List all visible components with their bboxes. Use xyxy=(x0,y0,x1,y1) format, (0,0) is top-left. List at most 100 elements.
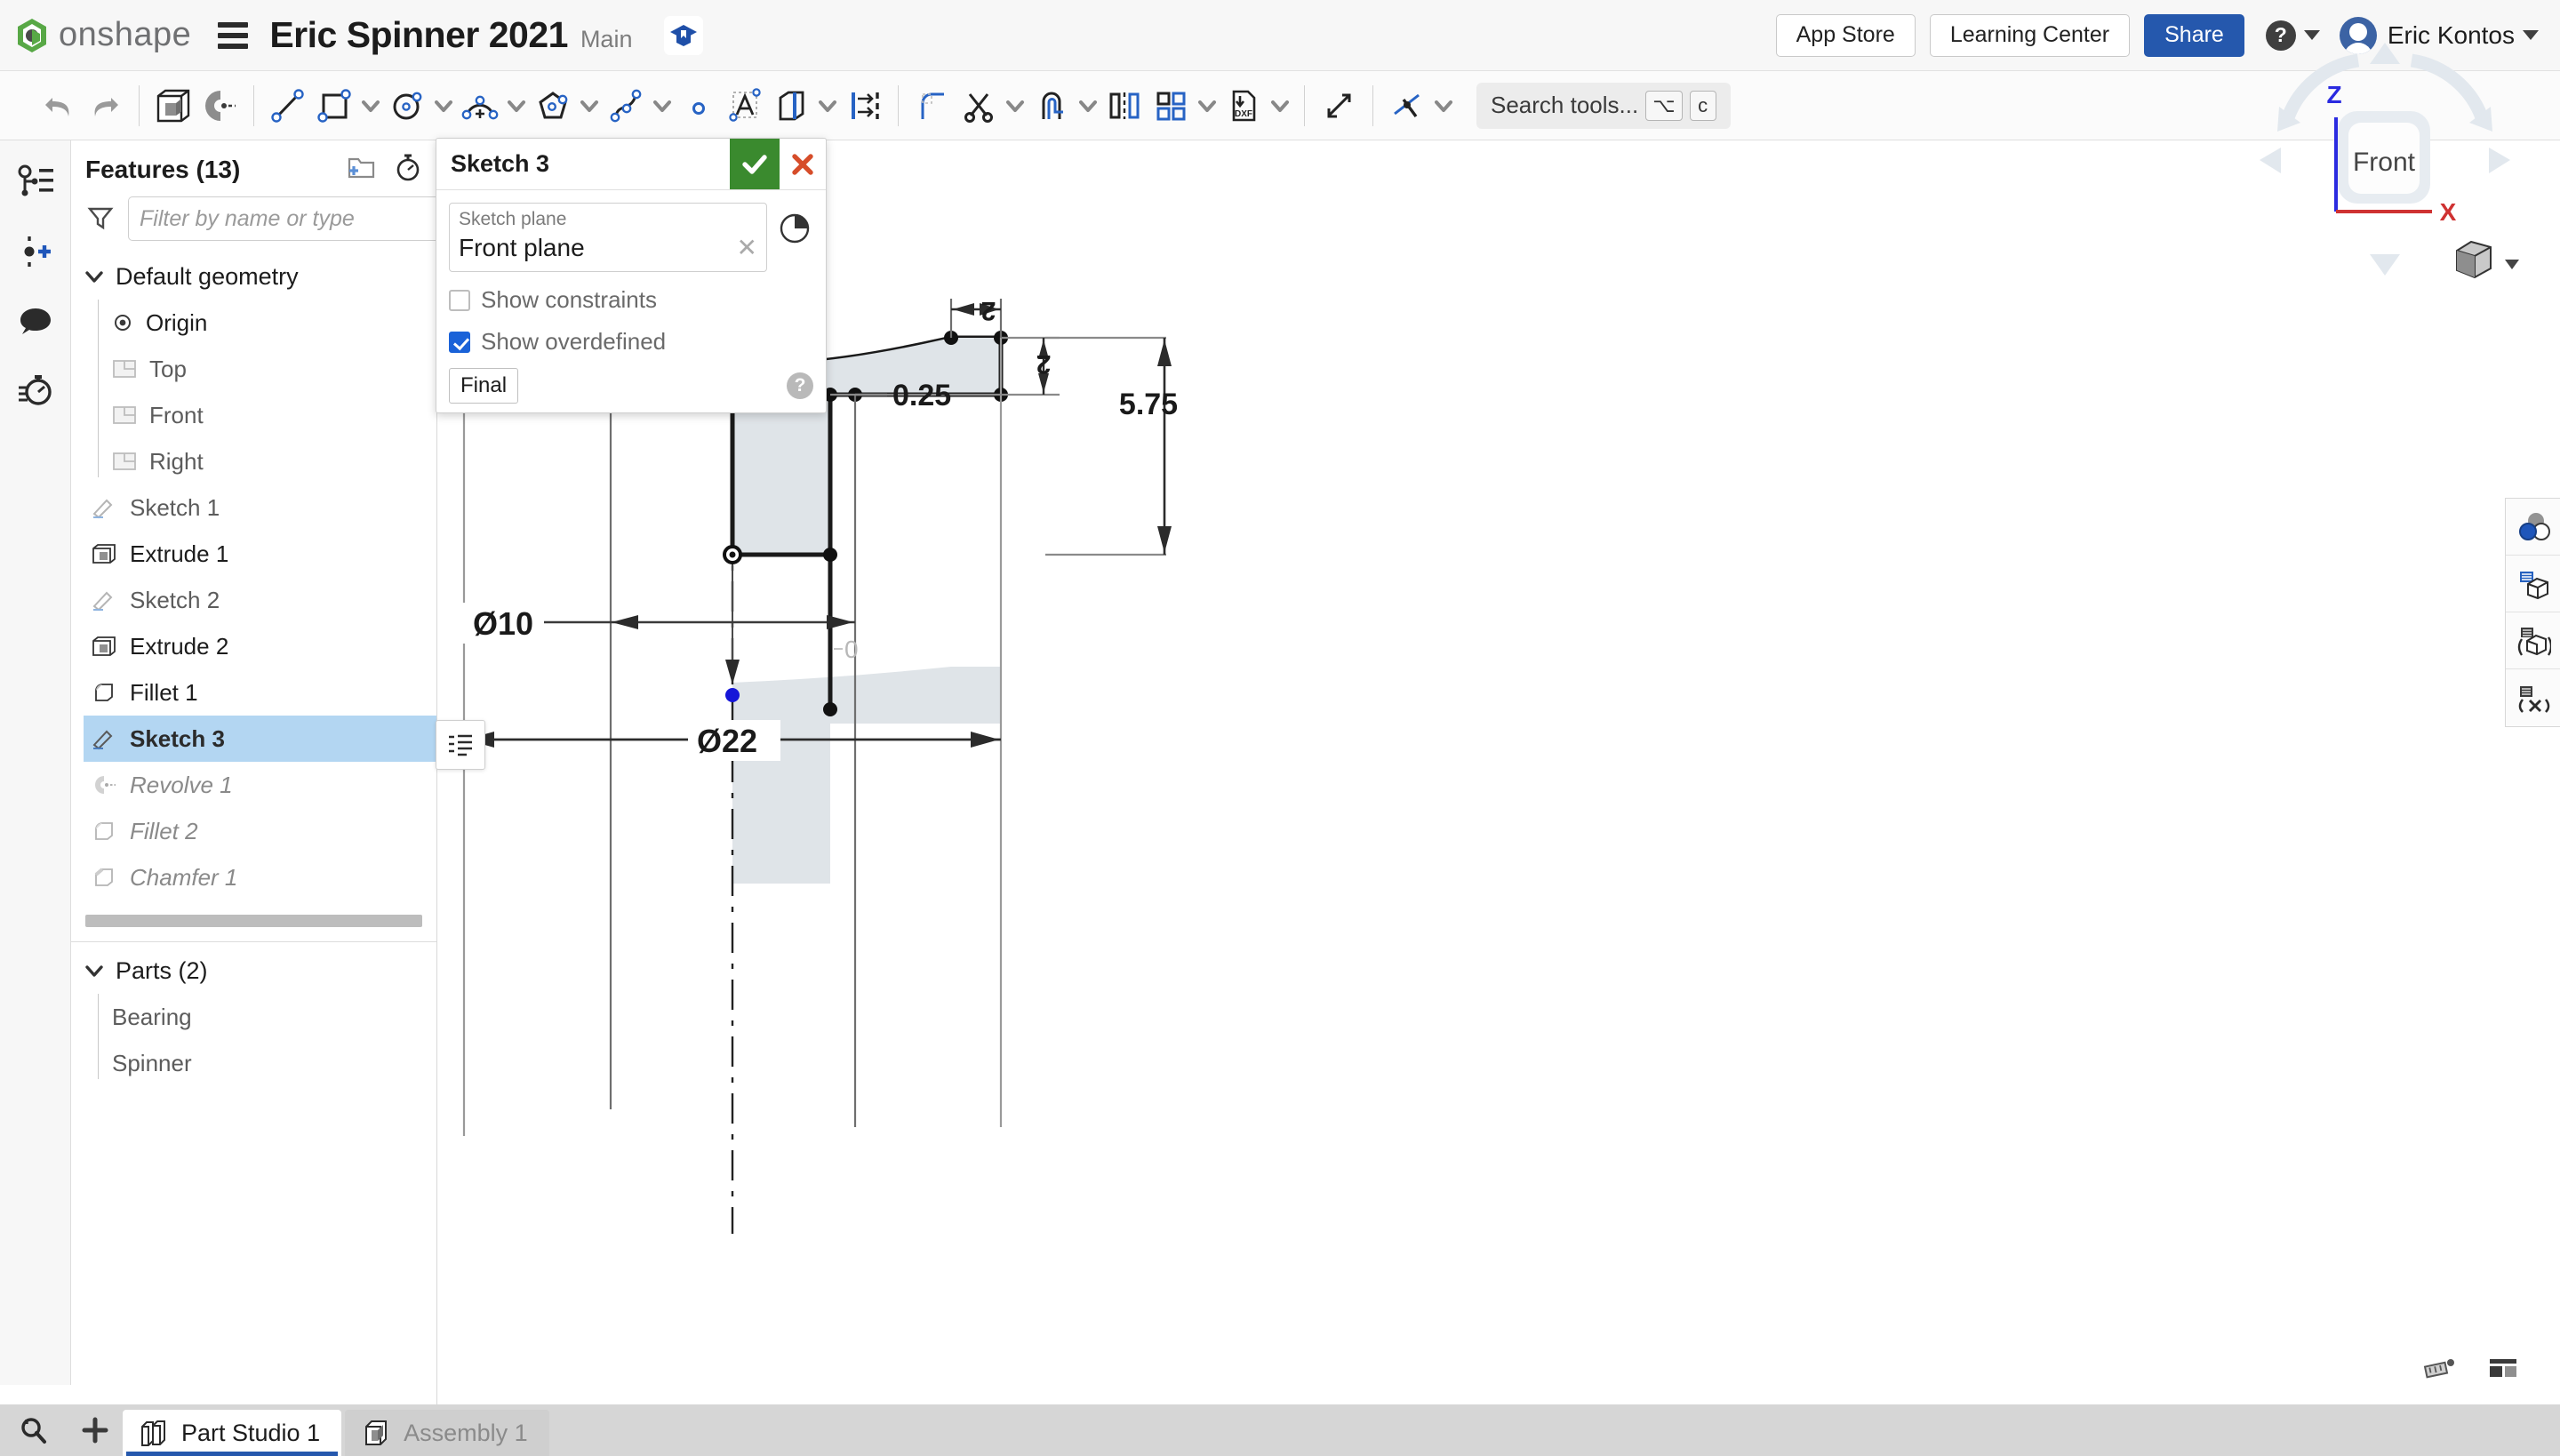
toolbar-divider xyxy=(139,84,140,126)
search-tools-button[interactable]: Search tools... ⌥ c xyxy=(1476,82,1731,129)
offset-icon[interactable] xyxy=(1028,78,1075,133)
hamburger-menu-icon[interactable] xyxy=(218,21,249,49)
tree-item-front-plane[interactable]: Front xyxy=(101,392,436,438)
rollback-bar[interactable] xyxy=(85,915,422,927)
tree-item-top-plane[interactable]: Top xyxy=(101,346,436,392)
add-mate-connector-icon[interactable] xyxy=(9,224,62,279)
undo-icon[interactable] xyxy=(36,78,82,133)
feature-row-chamfer-1[interactable]: Chamfer 1 xyxy=(84,854,436,900)
chevron-down-icon[interactable] xyxy=(814,94,841,117)
show-overdefined-checkbox[interactable] xyxy=(449,331,470,353)
rotate-right-arrow-icon xyxy=(2410,53,2490,123)
learning-center-button[interactable]: Learning Center xyxy=(1929,13,2131,57)
mirror-icon[interactable] xyxy=(1101,78,1148,133)
search-shortcut-alt-key: ⌥ xyxy=(1645,90,1683,121)
chevron-down-icon[interactable] xyxy=(430,94,457,117)
text-icon[interactable] xyxy=(722,78,768,133)
extrude-icon[interactable] xyxy=(150,78,196,133)
filter-funnel-icon[interactable] xyxy=(85,202,116,236)
sketch-accept-button[interactable] xyxy=(730,139,780,189)
show-overdefined-checkbox-row[interactable]: Show overdefined xyxy=(449,328,813,356)
transform-icon[interactable] xyxy=(1316,78,1362,133)
search-tabs-icon[interactable] xyxy=(0,1404,68,1456)
chevron-down-icon[interactable] xyxy=(357,94,384,117)
show-constraints-checkbox[interactable] xyxy=(449,289,470,311)
feature-row-fillet-2[interactable]: Fillet 2 xyxy=(84,808,436,854)
point-icon[interactable] xyxy=(676,78,722,133)
display-state-icon[interactable] xyxy=(2506,556,2560,612)
pie-plane-icon[interactable] xyxy=(776,210,813,247)
help-question-icon[interactable]: ? xyxy=(787,372,813,399)
feature-row-extrude-2[interactable]: Extrude 2 xyxy=(84,623,436,669)
final-button[interactable]: Final xyxy=(449,368,519,404)
mass-properties-icon[interactable] xyxy=(2487,1354,2519,1387)
tree-item-right-plane[interactable]: Right xyxy=(101,438,436,484)
chevron-down-icon[interactable] xyxy=(1002,94,1028,117)
share-button[interactable]: Share xyxy=(2144,13,2244,57)
rollback-bar-wrap[interactable] xyxy=(71,900,436,936)
feature-list-icon[interactable] xyxy=(9,155,62,210)
chevron-down-icon[interactable] xyxy=(1267,94,1293,117)
part-row-bearing[interactable]: Bearing xyxy=(101,994,436,1040)
sketch-icon xyxy=(92,730,113,750)
circle-icon[interactable] xyxy=(384,78,430,133)
spline-icon[interactable] xyxy=(603,78,649,133)
line-icon[interactable] xyxy=(265,78,311,133)
search-tools-label: Search tools... xyxy=(1491,92,1639,118)
polygon-icon[interactable] xyxy=(530,78,576,133)
app-store-button[interactable]: App Store xyxy=(1775,13,1916,57)
dimension-icon[interactable] xyxy=(841,78,887,133)
appearance-icon[interactable] xyxy=(2506,499,2560,556)
chevron-down-icon[interactable] xyxy=(649,94,676,117)
construction-icon[interactable] xyxy=(768,78,814,133)
chevron-down-icon[interactable] xyxy=(1075,94,1101,117)
default-geometry-children: Origin Top Front Right xyxy=(71,300,436,484)
view-cube[interactable]: Front Z X xyxy=(2238,18,2532,284)
feature-row-sketch-3[interactable]: Sketch 3 xyxy=(84,716,436,762)
measure-icon[interactable] xyxy=(2423,1354,2457,1387)
show-constraints-checkbox-row[interactable]: Show constraints xyxy=(449,286,813,314)
history-icon[interactable] xyxy=(9,363,62,418)
stopwatch-icon[interactable] xyxy=(394,153,422,186)
comments-icon[interactable] xyxy=(9,293,62,348)
fillet-icon xyxy=(95,822,113,840)
sketch-plane-field[interactable]: Sketch plane Front plane ✕ xyxy=(449,203,767,272)
graduation-cap-badge-icon[interactable] xyxy=(664,15,704,55)
sketch-cancel-button[interactable] xyxy=(780,139,826,189)
chevron-down-icon[interactable] xyxy=(1430,94,1457,117)
sketch-list-icon[interactable] xyxy=(436,720,485,770)
dimension-label-zero: 0 xyxy=(844,636,859,663)
chevron-down-icon[interactable] xyxy=(576,94,603,117)
tab-part-studio-1[interactable]: Part Studio 1 xyxy=(123,1410,342,1456)
section-view-icon[interactable] xyxy=(2506,612,2560,669)
feature-row-sketch-1[interactable]: Sketch 1 xyxy=(84,484,436,531)
tab-assembly-1[interactable]: Assembly 1 xyxy=(345,1410,549,1456)
constraint-icon[interactable] xyxy=(1384,78,1430,133)
feature-row-fillet-1[interactable]: Fillet 1 xyxy=(84,669,436,716)
chevron-down-icon[interactable] xyxy=(1194,94,1220,117)
add-tab-icon[interactable] xyxy=(68,1404,123,1456)
explode-view-icon[interactable] xyxy=(2506,669,2560,726)
arc-icon[interactable] xyxy=(457,78,503,133)
tree-group-default-geometry[interactable]: Default geometry xyxy=(71,253,436,300)
onshape-logo-icon[interactable] xyxy=(12,16,52,55)
part-row-spinner[interactable]: Spinner xyxy=(101,1040,436,1086)
rectangle-icon[interactable] xyxy=(311,78,357,133)
revolve-icon[interactable] xyxy=(196,78,243,133)
trim-icon[interactable] xyxy=(956,78,1002,133)
feature-row-revolve-1[interactable]: Revolve 1 xyxy=(84,762,436,808)
fillet-icon[interactable] xyxy=(909,78,956,133)
redo-icon[interactable] xyxy=(82,78,128,133)
feature-row-sketch-2[interactable]: Sketch 2 xyxy=(84,577,436,623)
new-folder-icon[interactable] xyxy=(346,154,376,185)
chevron-down-icon[interactable] xyxy=(503,94,530,117)
pattern-icon[interactable] xyxy=(1148,78,1194,133)
tree-item-origin[interactable]: Origin xyxy=(101,300,436,346)
clear-x-icon[interactable]: ✕ xyxy=(737,236,757,260)
revolve-icon xyxy=(95,776,116,794)
rotate-left-arrow-icon xyxy=(2280,53,2360,123)
feature-filter-input[interactable] xyxy=(128,196,441,241)
feature-row-extrude-1[interactable]: Extrude 1 xyxy=(84,531,436,577)
tree-group-parts[interactable]: Parts (2) xyxy=(71,948,436,994)
dxf-import-icon[interactable]: DXF xyxy=(1220,78,1267,133)
